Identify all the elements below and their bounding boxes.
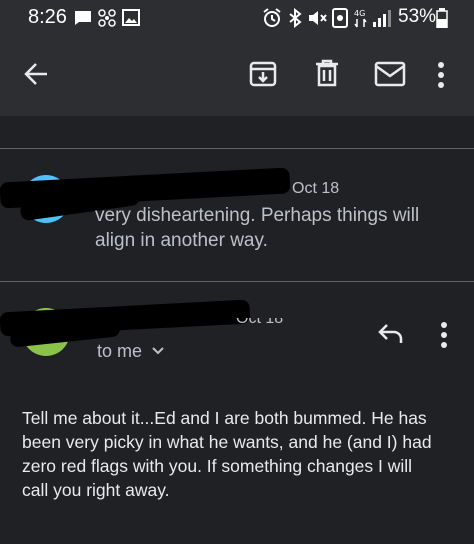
- message-icon: [75, 11, 91, 25]
- message-date: Oct 18: [292, 180, 340, 197]
- app-toolbar: [0, 34, 474, 116]
- battery-percent: 53%: [398, 6, 437, 27]
- signal-icon: [373, 10, 391, 27]
- archive-icon[interactable]: [248, 59, 278, 89]
- status-time: 8:26: [28, 6, 67, 28]
- message-body-line: been very picky in what he wants, and he…: [22, 432, 432, 452]
- battery-icon: [436, 8, 448, 28]
- collapsed-message[interactable]: Oct 18 very disheartening. Perhaps thing…: [0, 149, 474, 281]
- pinwheel-icon: [98, 9, 116, 27]
- recipient-label[interactable]: to me: [97, 341, 142, 362]
- message-snippet-line1: very disheartening. Perhaps things will: [95, 205, 420, 226]
- message-snippet-line2: align in another way.: [95, 230, 268, 251]
- data-icon: 4G: [354, 9, 367, 28]
- nfc-icon: [332, 8, 348, 28]
- reply-icon[interactable]: [377, 322, 405, 346]
- alarm-icon: [263, 8, 281, 27]
- chevron-down-icon[interactable]: [151, 346, 165, 356]
- more-vert-icon[interactable]: [439, 320, 449, 350]
- svg-text:4G: 4G: [354, 9, 365, 18]
- mute-icon: [309, 11, 327, 25]
- message-body-line: zero red flags with you. If something ch…: [22, 456, 413, 476]
- message-body: Tell me about it...Ed and I are both bum…: [22, 406, 462, 502]
- delete-icon[interactable]: [313, 58, 341, 88]
- more-vert-icon[interactable]: [436, 60, 446, 90]
- image-icon: [122, 9, 140, 26]
- bluetooth-icon: [289, 8, 302, 28]
- mail-icon[interactable]: [374, 61, 406, 87]
- back-arrow-icon[interactable]: [22, 60, 50, 88]
- message-body-line: Tell me about it...Ed and I are both bum…: [22, 408, 427, 428]
- message-body-line: call you right away.: [22, 480, 170, 500]
